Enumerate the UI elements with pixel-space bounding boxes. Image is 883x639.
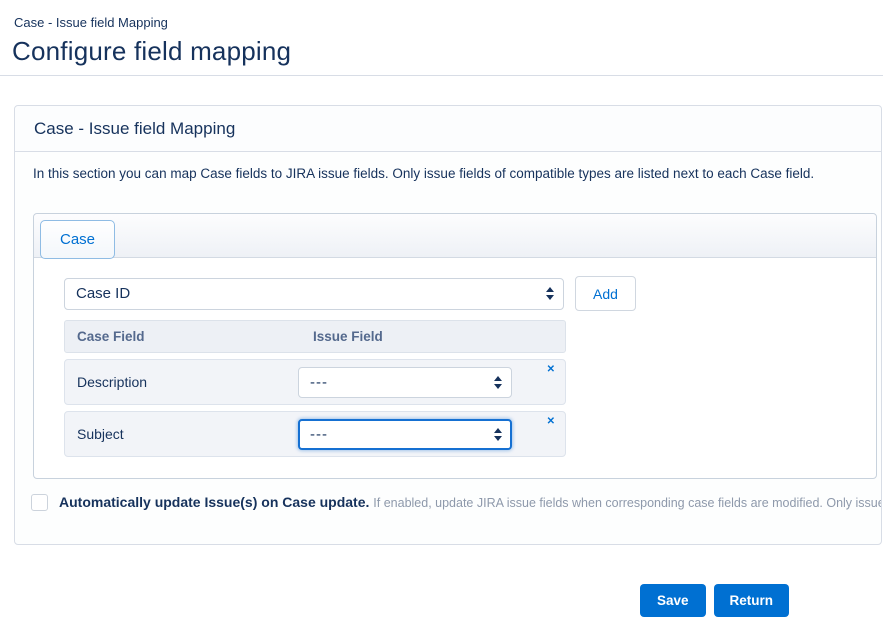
auto-update-checkbox[interactable] xyxy=(31,494,48,511)
case-field-picker-select[interactable]: Case ID xyxy=(64,278,564,310)
field-picker-row: Case ID Add xyxy=(64,276,876,311)
mapping-row-description: Description --- ✕ xyxy=(64,359,566,405)
card-title: Case - Issue field Mapping xyxy=(15,106,881,152)
column-header-issue-field: Issue Field xyxy=(298,329,383,344)
auto-update-help-text: If enabled, update JIRA issue fields whe… xyxy=(373,496,881,510)
tab-panel: Case ID Add Case Field Issue Field Descr… xyxy=(34,258,876,457)
save-button[interactable]: Save xyxy=(640,584,706,617)
header-divider xyxy=(0,75,883,76)
select-stepper-icon xyxy=(494,376,502,389)
page-title: Configure field mapping xyxy=(12,36,291,67)
breadcrumb: Case - Issue field Mapping xyxy=(14,15,168,30)
issue-field-value: --- xyxy=(310,374,328,391)
tab-strip: Case xyxy=(34,214,876,258)
issue-field-value: --- xyxy=(310,426,328,443)
return-button[interactable]: Return xyxy=(714,584,790,617)
mapping-table-header: Case Field Issue Field xyxy=(64,320,566,353)
mapping-row-subject: Subject --- ✕ xyxy=(64,411,566,457)
issue-field-select-subject[interactable]: --- xyxy=(298,419,512,450)
action-bar: Save Return xyxy=(640,584,789,617)
remove-mapping-icon[interactable]: ✕ xyxy=(547,365,555,375)
issue-field-select-description[interactable]: --- xyxy=(298,367,512,398)
column-header-case-field: Case Field xyxy=(65,329,298,344)
auto-update-label: Automatically update Issue(s) on Case up… xyxy=(59,494,881,512)
tab-case[interactable]: Case xyxy=(40,220,115,259)
case-field-label: Description xyxy=(65,374,298,390)
case-field-label: Subject xyxy=(65,426,298,442)
remove-mapping-icon[interactable]: ✕ xyxy=(547,417,555,427)
add-mapping-button[interactable]: Add xyxy=(575,276,636,311)
case-field-picker-value: Case ID xyxy=(76,285,130,302)
mapping-table: Case Field Issue Field Description --- ✕… xyxy=(64,320,566,457)
auto-update-option: Automatically update Issue(s) on Case up… xyxy=(31,494,881,512)
select-stepper-icon xyxy=(546,287,554,300)
mapping-tabset: Case Case ID Add Case Field Issue Field xyxy=(33,213,877,479)
section-description: In this section you can map Case fields … xyxy=(33,166,863,181)
select-stepper-icon xyxy=(494,428,502,441)
field-mapping-card: Case - Issue field Mapping In this secti… xyxy=(14,105,882,545)
